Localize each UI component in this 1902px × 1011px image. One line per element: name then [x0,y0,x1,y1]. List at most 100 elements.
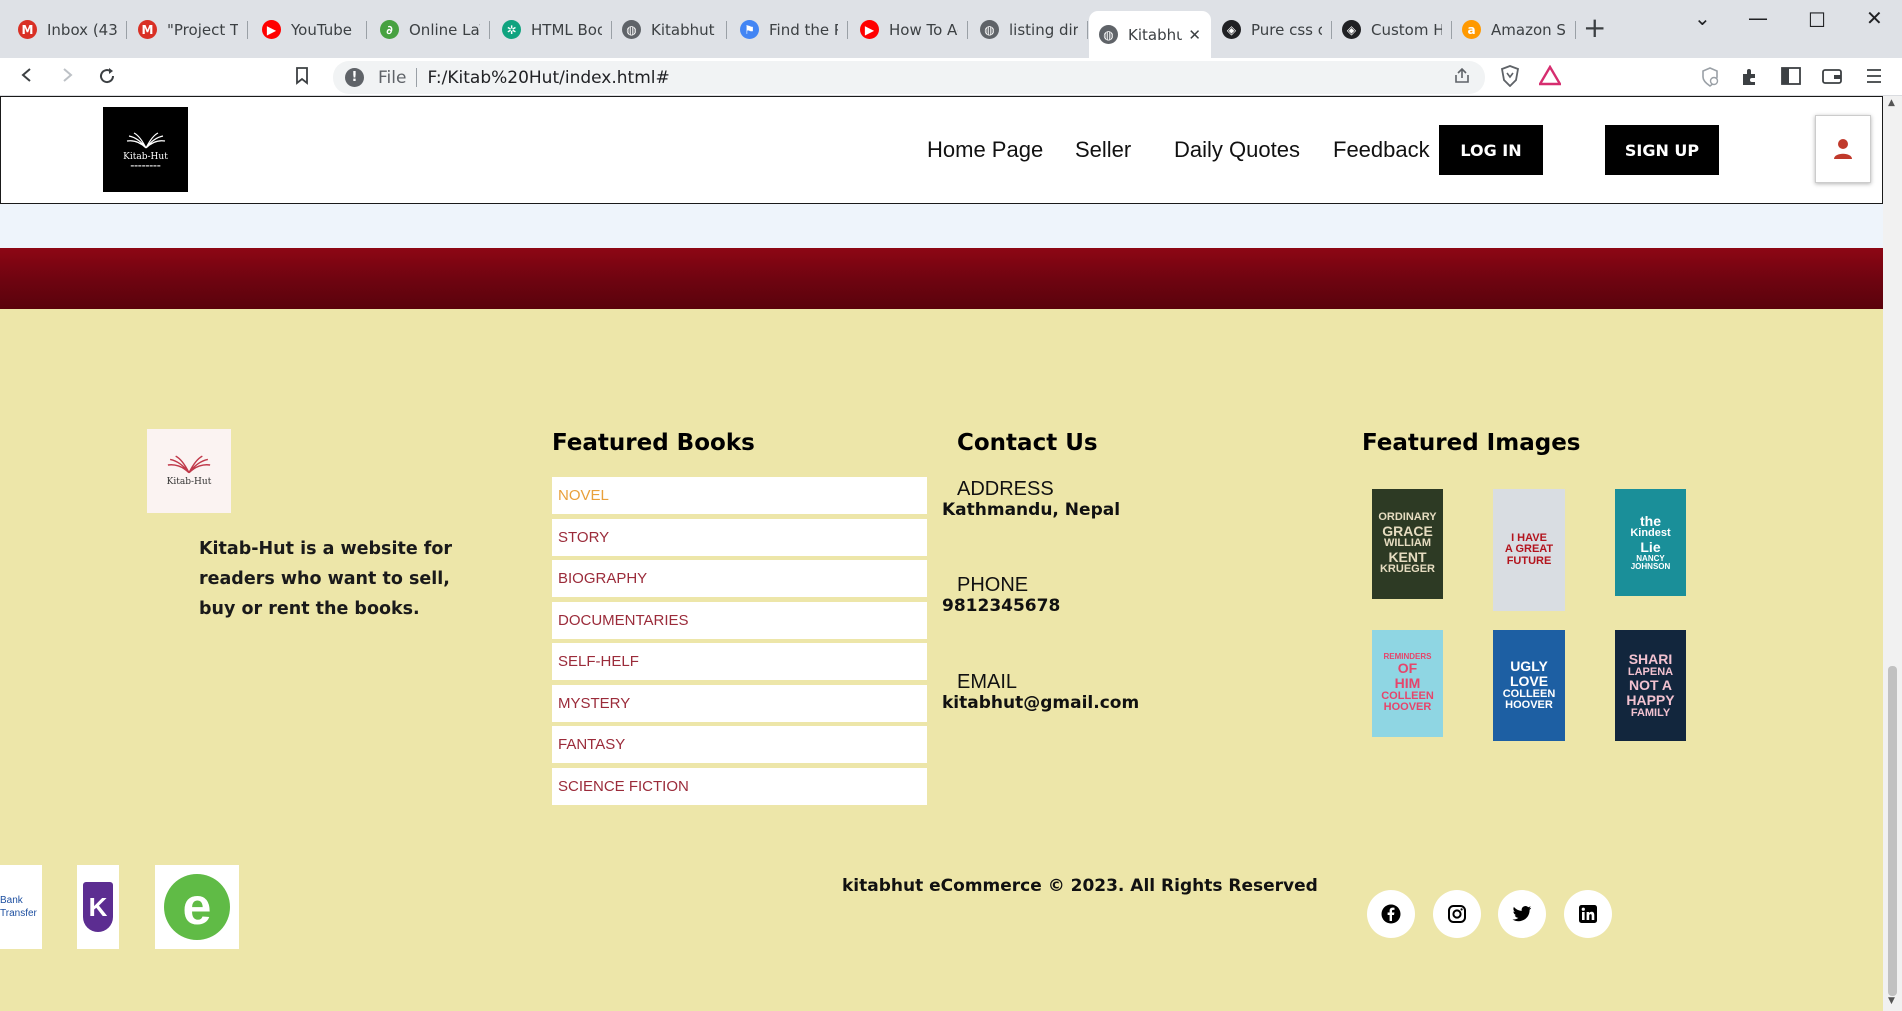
sidebar-icon[interactable] [1781,67,1801,89]
book-category-item[interactable]: DOCUMENTARIES [552,601,927,639]
browser-tab[interactable]: ◍ Kitabhu ✕ [1089,11,1211,58]
new-tab-button[interactable]: + [1583,13,1606,43]
login-button[interactable]: LOG IN [1439,125,1543,175]
vpn-icon[interactable] [1700,67,1720,91]
cover-text: LOVE [1509,672,1549,689]
book-category-item[interactable]: SCIENCE FICTION [552,767,927,805]
brave-rewards-icon[interactable] [1537,64,1563,91]
nav-daily-quotes[interactable]: Daily Quotes [1174,137,1300,163]
browser-tab[interactable]: M Inbox (430) [8,13,127,46]
browser-tab[interactable]: ▶ YouTube [252,13,367,46]
browser-tab[interactable]: ▶ How To Ad [850,13,968,46]
featured-images-title: Featured Images [1362,430,1581,456]
browser-tab[interactable]: a Amazon Si [1452,13,1576,46]
tab-search-chevron-icon[interactable]: ⌄ [1694,6,1711,30]
maximize-button[interactable]: ☐ [1808,8,1826,32]
close-tab-icon[interactable]: ✕ [1182,26,1201,44]
cover-text: OF [1397,660,1418,677]
browser-tab[interactable]: ◈ Custom HT [1332,13,1452,46]
facebook-button[interactable] [1367,890,1415,938]
signup-button[interactable]: SIGN UP [1605,125,1719,175]
site-info-icon[interactable]: ! [345,68,364,87]
browser-tab[interactable]: ◍ listing direc [970,13,1088,46]
url-text[interactable]: F:/Kitab%20Hut/index.html# [427,68,669,88]
featured-books-list: NOVEL STORY BIOGRAPHY DOCUMENTARIES SELF-HEL… [552,477,927,809]
twitter-button[interactable] [1498,890,1546,938]
book-category-item[interactable]: MYSTERY [552,684,927,722]
tab-title: Online LaTe [409,20,480,39]
page-scrollbar[interactable]: ▲ ▼ [1883,96,1902,1011]
bookmark-icon[interactable] [295,67,309,89]
tab-title: Amazon Si [1491,20,1566,39]
featured-book-cover[interactable]: ORDINARY GRACE WILLIAM KENT KRUEGER [1372,489,1443,599]
browser-tab[interactable]: ◍ Kitabhut [612,13,727,46]
book-category-item[interactable]: NOVEL [552,477,927,514]
instagram-icon [1448,905,1466,923]
cover-text: HOOVER [1505,699,1553,712]
globe-icon: ◍ [980,20,999,39]
esewa-logo: e [155,865,239,949]
scroll-down-arrow-icon[interactable]: ▼ [1888,996,1895,1006]
browser-tab[interactable]: ◈ Pure css cli [1212,13,1332,46]
book-category-item[interactable]: STORY [552,518,927,556]
featured-book-cover[interactable]: UGLY LOVE COLLEEN HOOVER [1493,630,1565,741]
cover-text: KENT [1388,548,1427,565]
browser-tab[interactable]: ∂ Online LaTe [370,13,490,46]
nav-seller[interactable]: Seller [1075,137,1131,163]
tab-title: How To Ad [889,20,958,39]
tab-separator [489,21,490,39]
menu-icon[interactable] [1866,67,1882,89]
tab-separator [126,21,127,39]
browser-tab[interactable]: M "Project Tit [128,13,248,46]
scroll-up-arrow-icon[interactable]: ▲ [1888,98,1895,108]
wallet-icon[interactable] [1822,67,1842,89]
featured-book-cover[interactable]: the Kindest Lie NANCY JOHNSON [1615,489,1686,596]
decorative-banner [0,248,1883,309]
khalti-icon: K [83,882,113,932]
minimize-button[interactable]: — [1748,6,1768,30]
cover-text: HAPPY [1626,691,1675,708]
cover-text: ORDINARY [1378,510,1437,523]
reload-button[interactable] [98,67,116,89]
book-category-item[interactable]: BIOGRAPHY [552,560,927,597]
tab-separator [847,21,848,39]
close-window-button[interactable]: ✕ [1866,6,1883,30]
cover-text: Lie [1640,538,1661,555]
tab-title: HTML Book [531,20,602,39]
chatgpt-icon: ✲ [502,20,521,39]
address-value: Kathmandu, Nepal [942,500,1121,520]
email-label: EMAIL [957,671,1018,693]
user-account-button[interactable] [1815,115,1871,183]
book-category-item[interactable]: FANTASY [552,726,927,763]
tab-title: Kitabhut [651,20,715,39]
browser-tab[interactable]: ⚑ Find the Pe [730,13,848,46]
scrollbar-thumb[interactable] [1888,666,1897,996]
overleaf-icon: ∂ [380,20,399,39]
browser-toolbar: ! File F:/Kitab%20Hut/index.html# [0,58,1902,96]
extensions-icon[interactable] [1740,67,1760,91]
address-bar[interactable]: ! File F:/Kitab%20Hut/index.html# [333,61,1485,94]
khalti-logo: K [77,865,119,949]
nav-home-page[interactable]: Home Page [927,137,1043,163]
logo-text: Kitab-Hut [123,151,168,162]
codepen-icon: ◈ [1222,20,1241,39]
tab-separator [1575,21,1576,39]
instagram-button[interactable] [1433,890,1481,938]
back-button[interactable] [19,67,35,87]
contact-us-title: Contact Us [957,430,1098,456]
featured-book-cover[interactable]: REMINDERS OF HIM COLLEEN HOOVER [1372,630,1443,737]
linkedin-button[interactable] [1564,890,1612,938]
nav-feedback[interactable]: Feedback [1333,137,1430,163]
browser-tab[interactable]: ✲ HTML Book [492,13,612,46]
forward-button[interactable] [59,67,75,87]
browser-tabstrip: M Inbox (430) M "Project Tit ▶ YouTube ∂ Online… [0,0,1902,58]
share-icon[interactable] [1453,67,1471,89]
cover-text: HIM [1394,675,1421,692]
scheme-label: File [378,67,407,88]
tab-title: Pure css cli [1251,20,1322,39]
site-logo[interactable]: Kitab-Hut ▬▬▬▬▬▬▬▬ [103,107,188,192]
brave-shield-icon[interactable] [1499,65,1521,91]
book-category-item[interactable]: SELF-HELF [552,643,927,680]
featured-book-cover[interactable]: SHARI LAPENA NOT A HAPPY FAMILY [1615,630,1686,741]
featured-book-cover[interactable]: I HAVE A GREAT FUTURE [1493,489,1565,611]
